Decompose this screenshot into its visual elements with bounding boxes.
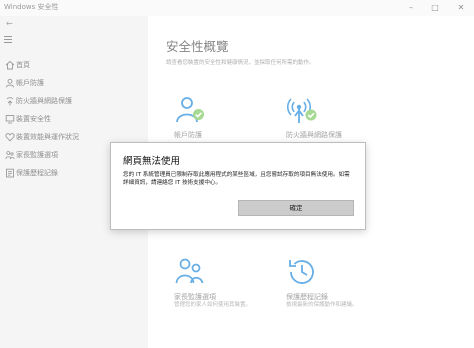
dialog-title: 網頁無法使用 [123, 156, 181, 167]
ok-button[interactable]: 確定 [238, 200, 354, 216]
page-unavailable-dialog: 網頁無法使用 您的 IT 系統管理員已限制存取此應用程式的某些區域，且您嘗試存取… [110, 142, 366, 230]
dialog-message: 您的 IT 系統管理員已限制存取此應用程式的某些區域，且您嘗試存取的項目無法使用… [123, 172, 350, 186]
